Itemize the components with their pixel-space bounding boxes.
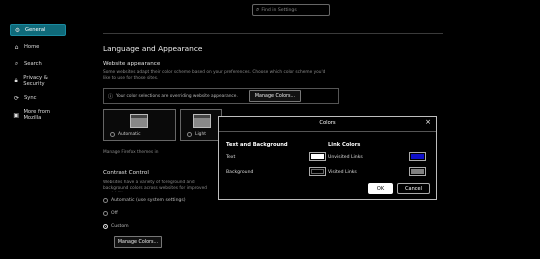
notice-text: Your color selections are overriding web…: [116, 93, 238, 99]
contrast-manage-colors-button[interactable]: Manage Colors...: [114, 236, 162, 248]
contrast-option-automatic[interactable]: Automatic (use system settings): [103, 198, 186, 203]
background-color-swatch: [311, 169, 324, 174]
background-color-label: Background: [226, 170, 254, 175]
website-appearance-heading: Website appearance: [103, 61, 161, 67]
section-title: Language and Appearance: [103, 44, 203, 53]
sidebar-item-label: Sync: [24, 95, 37, 101]
theme-card-label: Light: [187, 132, 206, 137]
sidebar-item-label: Search: [24, 61, 42, 67]
info-icon: ⓘ: [108, 93, 114, 100]
sidebar-item-privacy[interactable]: 🔒︎ Privacy & Security: [10, 75, 66, 87]
theme-card-automatic[interactable]: Automatic: [103, 109, 176, 141]
section-divider: [103, 33, 443, 34]
dialog-title: Colors: [319, 120, 336, 126]
background-color-picker[interactable]: [309, 167, 326, 176]
text-color-label: Text: [226, 155, 236, 160]
link-colors-heading: Link Colors: [328, 142, 361, 148]
gear-icon: ⚙: [14, 26, 21, 34]
sidebar: ⚙ General ⌂ Home ⌕ Search 🔒︎ Privacy & S…: [0, 0, 74, 259]
contrast-control-description: Websites have a variety of foreground an…: [103, 180, 207, 191]
sync-icon: ⟳: [13, 94, 20, 102]
theme-card-label: Automatic: [110, 132, 141, 137]
theme-preview: [193, 114, 211, 128]
search-icon: ⌕: [14, 60, 19, 67]
unvisited-links-color-picker[interactable]: [409, 152, 426, 161]
sidebar-item-general[interactable]: ⚙ General: [10, 24, 66, 36]
sidebar-item-home[interactable]: ⌂ Home: [10, 41, 66, 53]
text-color-picker[interactable]: [309, 152, 326, 161]
radio-button-checked: [103, 224, 108, 229]
sidebar-item-sync[interactable]: ⟳ Sync: [10, 92, 66, 104]
sidebar-item-label: Home: [24, 44, 40, 50]
visited-links-label: Visited Links: [328, 170, 357, 175]
contrast-option-off[interactable]: Off: [103, 211, 118, 216]
contrast-control-heading: Contrast Control: [103, 170, 149, 176]
dialog-title-divider: [219, 131, 436, 132]
visited-links-color-picker[interactable]: [409, 167, 426, 176]
website-appearance-description: Some websites adapt their color scheme b…: [103, 70, 326, 81]
sidebar-item-search[interactable]: ⌕ Search: [10, 58, 66, 70]
radio-button: [110, 132, 115, 137]
search-placeholder: Find in Settings: [261, 7, 297, 13]
sidebar-item-label: General: [25, 27, 46, 33]
text-color-swatch: [311, 154, 324, 159]
manage-colors-button[interactable]: Manage Colors...: [249, 90, 301, 102]
home-icon: ⌂: [14, 43, 19, 51]
manage-themes-text: Manage Firefox themes in: [103, 150, 159, 155]
visited-links-swatch: [411, 169, 424, 174]
colors-dialog: Colors × Text and Background Link Colors…: [218, 116, 437, 200]
lock-icon: 🔒︎: [14, 77, 18, 84]
contrast-option-custom[interactable]: Custom: [103, 224, 129, 229]
unvisited-links-label: Unvisited Links: [328, 155, 363, 160]
radio-button: [103, 211, 108, 216]
theme-card-light[interactable]: Light: [180, 109, 222, 141]
ok-button[interactable]: OK: [368, 183, 393, 194]
theme-preview: [130, 114, 148, 128]
settings-search-input[interactable]: ⌕ Find in Settings: [252, 4, 330, 16]
text-background-heading: Text and Background: [226, 142, 288, 148]
close-icon[interactable]: ×: [425, 118, 431, 126]
search-icon: ⌕: [256, 6, 260, 13]
radio-button: [187, 132, 192, 137]
cancel-button[interactable]: Cancel: [397, 183, 430, 194]
override-notice: ⓘ Your color selections are overriding w…: [103, 88, 339, 104]
mozilla-icon: ▣: [13, 111, 20, 119]
unvisited-links-swatch: [411, 154, 424, 159]
sidebar-item-label: Privacy & Security: [23, 75, 48, 87]
sidebar-item-more-from-mozilla[interactable]: ▣ More from Mozilla: [10, 109, 66, 121]
sidebar-item-label: More from Mozilla: [23, 109, 51, 121]
radio-button: [103, 198, 108, 203]
